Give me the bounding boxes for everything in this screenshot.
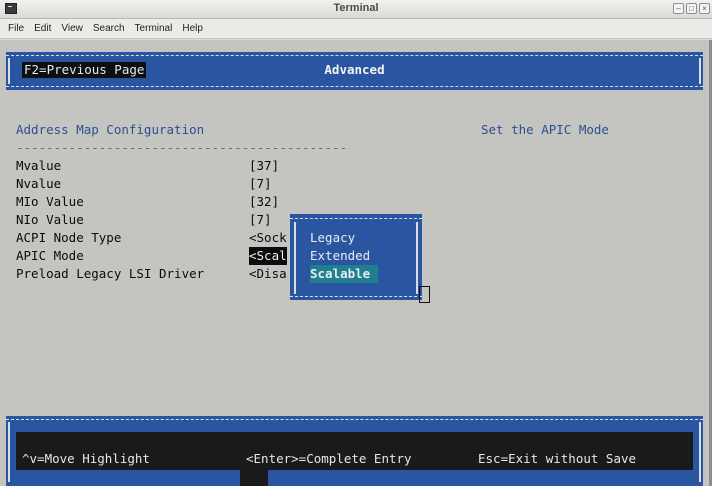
window-titlebar: Terminal – □ × (0, 0, 712, 19)
help-text: Set the APIC Mode (481, 122, 609, 137)
window-title: Terminal (333, 2, 379, 14)
bios-header: F2=Previous Page Advanced (6, 52, 703, 90)
setting-value[interactable]: <Disa (249, 265, 287, 283)
popup-left-border (294, 222, 296, 294)
footer-right-border (699, 422, 701, 482)
popup-option-selected[interactable]: Scalable (310, 265, 379, 283)
popup-option[interactable]: Legacy (310, 229, 355, 247)
setting-name: MIo Value (16, 194, 84, 209)
menu-edit[interactable]: Edit (34, 23, 51, 34)
setting-name: Nvalue (16, 176, 62, 191)
popup-top-border (290, 218, 422, 219)
setting-value[interactable]: [37] (249, 157, 279, 175)
setting-value-highlighted[interactable]: <Scal (249, 247, 287, 265)
setting-name: Mvalue (16, 158, 62, 173)
header-bottom-border (6, 86, 703, 87)
menu-terminal[interactable]: Terminal (135, 23, 173, 34)
footer-nub (240, 470, 268, 486)
page-title: Advanced (324, 62, 385, 77)
setting-name: ACPI Node Type (16, 230, 122, 245)
menu-search[interactable]: Search (93, 23, 125, 34)
menu-help[interactable]: Help (182, 23, 203, 34)
footer-enter-hint: <Enter>=Complete Entry (246, 451, 412, 466)
footer-left-border (8, 422, 10, 482)
setting-value[interactable]: [7] (249, 211, 272, 229)
setting-name: NIo Value (16, 212, 84, 227)
footer-top-border (6, 419, 703, 420)
setting-name: APIC Mode (16, 248, 84, 263)
footer-keys-panel: ^v=Move Highlight <Enter>=Complete Entry… (16, 432, 693, 470)
setting-value[interactable]: <Sock (249, 229, 287, 247)
setting-name: Preload Legacy LSI Driver (16, 266, 205, 281)
setting-value[interactable]: [7] (249, 175, 272, 193)
bios-footer: ^v=Move Highlight <Enter>=Complete Entry… (6, 416, 703, 486)
popup-option[interactable]: Extended (310, 247, 370, 265)
menu-view[interactable]: View (61, 23, 83, 34)
header-top-border (6, 55, 703, 56)
footer-esc-hint: Esc=Exit without Save (478, 451, 637, 466)
maximize-button[interactable]: □ (686, 3, 697, 14)
menubar: File Edit View Search Terminal Help (0, 19, 712, 39)
terminal-area[interactable]: F2=Previous Page Advanced Address Map Co… (0, 40, 709, 486)
menu-file[interactable]: File (8, 23, 24, 34)
window-controls: – □ × (673, 3, 710, 14)
popup-bottom-border (290, 296, 422, 297)
minimize-button[interactable]: – (673, 3, 684, 14)
section-separator: ----------------------------------------… (16, 140, 348, 155)
popup-right-border (416, 222, 418, 294)
close-button[interactable]: × (699, 3, 710, 14)
section-title: Address Map Configuration (16, 122, 205, 137)
text-cursor (419, 286, 430, 303)
apic-mode-popup[interactable]: Legacy Extended Scalable (290, 214, 422, 300)
footer-move-hint: ^v=Move Highlight (22, 451, 150, 466)
setting-value[interactable]: [32] (249, 193, 279, 211)
